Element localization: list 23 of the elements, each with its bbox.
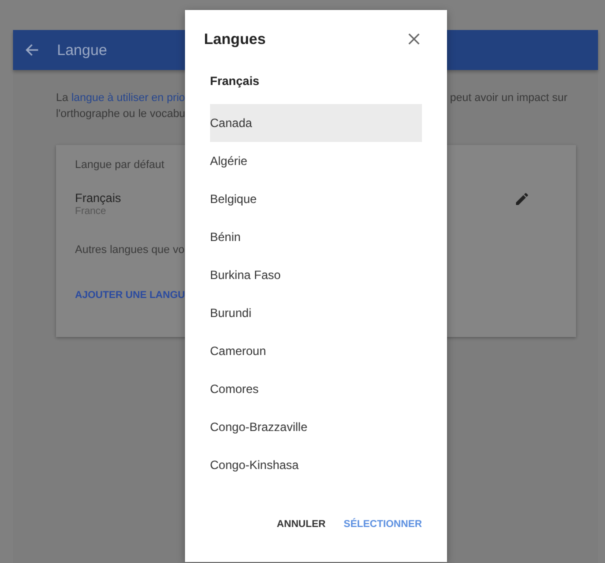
list-item[interactable]: Bénin — [210, 218, 422, 256]
list-item[interactable]: Algérie — [210, 142, 422, 180]
language-name: Français — [75, 191, 122, 205]
list-item[interactable]: Cameroun — [210, 332, 422, 370]
dialog-title: Langues — [204, 30, 266, 48]
intro-text: l'orthographe ou le vocabu — [56, 108, 185, 120]
list-item[interactable]: Belgique — [210, 180, 422, 218]
list-item[interactable]: Canada — [210, 104, 422, 142]
section-heading: Autres langues que vo — [75, 244, 185, 256]
list-item[interactable]: Burkina Faso — [210, 256, 422, 294]
group-heading: Français — [210, 74, 260, 88]
close-icon[interactable] — [408, 33, 420, 45]
list-item[interactable]: Burundi — [210, 294, 422, 332]
intro-text: La — [56, 92, 68, 104]
section-heading: Langue par défaut — [75, 159, 166, 171]
back-arrow-icon[interactable] — [25, 43, 39, 57]
list-item[interactable]: Comores — [210, 370, 422, 408]
list-item[interactable]: Congo-Brazzaville — [210, 408, 422, 446]
pencil-icon[interactable] — [514, 191, 530, 207]
list-item[interactable]: Congo-Kinshasa — [210, 446, 422, 484]
page-title: Langue — [57, 42, 108, 58]
cancel-button[interactable]: ANNULER — [270, 513, 332, 536]
intro-text: peut avoir un impact sur — [450, 91, 568, 106]
